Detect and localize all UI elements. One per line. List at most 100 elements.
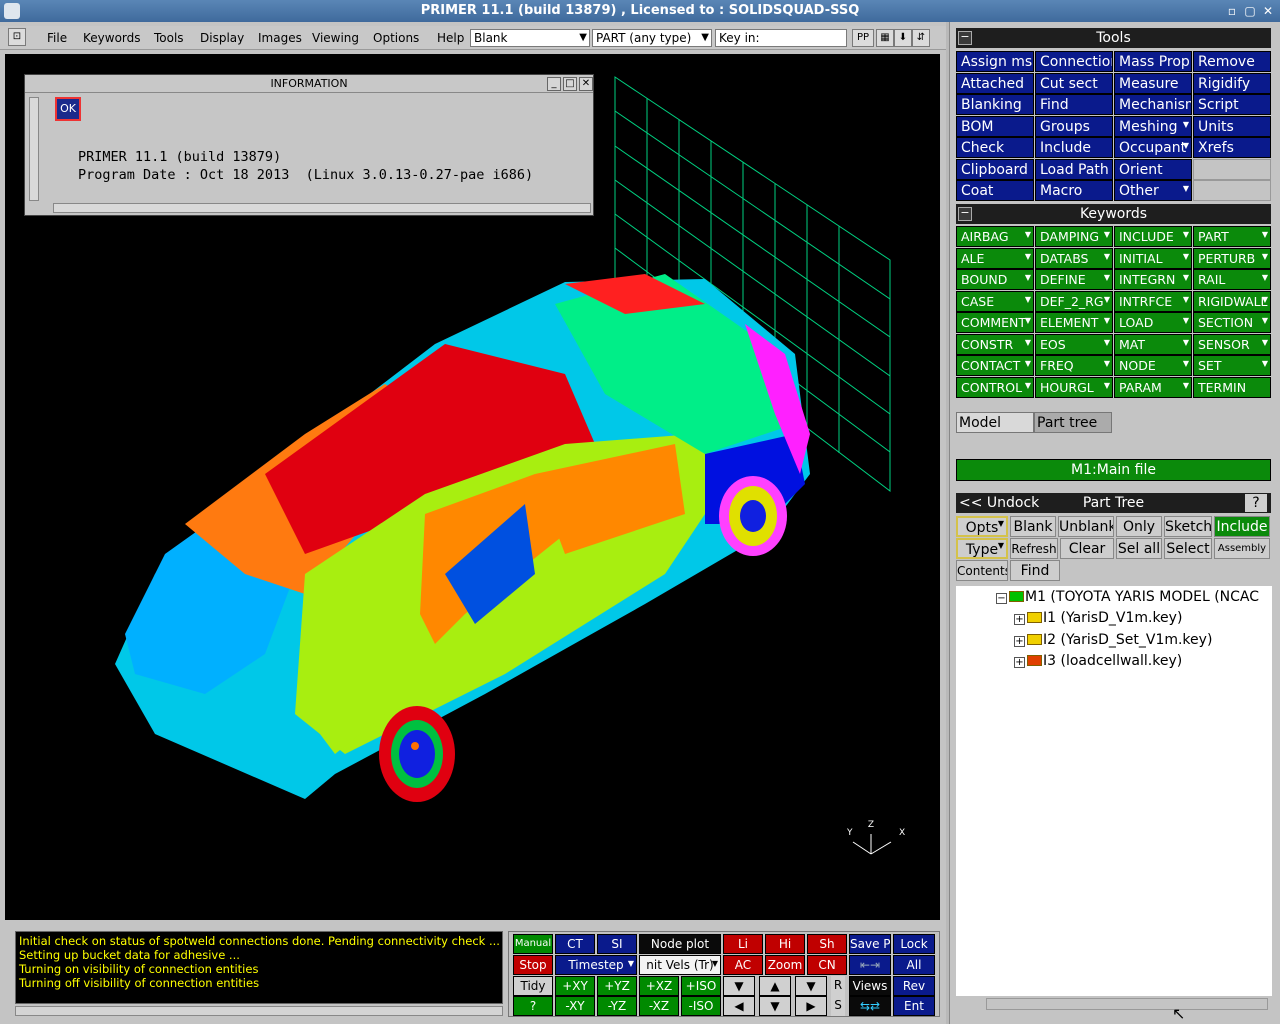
ent-button[interactable]: Ent: [893, 996, 935, 1016]
tool-cut-sect-button[interactable]: Cut sect: [1035, 72, 1113, 94]
keyword-sensor-button[interactable]: SENSOR ▼: [1193, 333, 1271, 355]
tool-measure-button[interactable]: Measure: [1114, 72, 1192, 94]
keyword-control-button[interactable]: CONTROL ▼: [956, 376, 1034, 398]
tool-attached-button[interactable]: Attached: [956, 72, 1034, 94]
keyword-freq-button[interactable]: FREQ ▼: [1035, 355, 1113, 376]
tree-include-node[interactable]: + I2 (YarisD_Set_V1m.key): [1014, 632, 1212, 648]
left-right-arrows-icon[interactable]: ⇤⇥: [849, 955, 891, 975]
tool-xrefs-button[interactable]: Xrefs: [1193, 137, 1271, 158]
key-in-field[interactable]: Key in:: [715, 29, 847, 47]
keyword-perturb-button[interactable]: PERTURB ▼: [1193, 247, 1271, 269]
split-arrows-icon[interactable]: ⇵: [912, 29, 930, 47]
tool-meshing-button[interactable]: Meshing ▼: [1114, 115, 1192, 137]
menu-options[interactable]: Options: [373, 31, 419, 45]
keyword-initial-button[interactable]: INITIAL ▼: [1114, 247, 1192, 269]
pan-arrows-icon[interactable]: ⇆⇄: [849, 996, 891, 1016]
lock-button[interactable]: Lock: [893, 934, 935, 954]
cn-button[interactable]: CN: [807, 955, 847, 975]
tidy-button[interactable]: Tidy: [513, 976, 553, 996]
keyword-ale-button[interactable]: ALE ▼: [956, 247, 1034, 269]
minus-iso-button[interactable]: -ISO: [681, 996, 721, 1016]
menu-display[interactable]: Display: [200, 31, 244, 45]
maximize-icon[interactable]: ▢: [1242, 3, 1258, 19]
tool-macro-button[interactable]: Macro: [1035, 180, 1113, 201]
help-button[interactable]: ?: [1245, 494, 1267, 512]
zoom-button[interactable]: Zoom: [765, 955, 805, 975]
dialog-maximize-icon[interactable]: □: [563, 77, 577, 91]
plus-xy-button[interactable]: +XY: [555, 976, 595, 996]
tool-units-button[interactable]: Units: [1193, 115, 1271, 137]
menu-file[interactable]: File: [47, 31, 67, 45]
keyword-intrfce-button[interactable]: INTRFCE ▼: [1114, 290, 1192, 312]
tool-coat-button[interactable]: Coat: [956, 180, 1034, 201]
keyword-case-button[interactable]: CASE ▼: [956, 290, 1034, 312]
li-button[interactable]: Li: [723, 934, 763, 954]
tool-assign-ms-button[interactable]: Assign ms: [956, 51, 1034, 72]
tree-root-node[interactable]: − M1 (TOYOTA YARIS MODEL (NCAC: [996, 589, 1259, 605]
tool-occupant-button[interactable]: Occupant ▼: [1114, 137, 1192, 158]
help-button[interactable]: ?: [513, 996, 553, 1016]
dialog-minimize-icon[interactable]: _: [547, 77, 561, 91]
tab-part-tree[interactable]: Part tree: [1034, 412, 1112, 433]
main-file-button[interactable]: M1:Main file: [956, 459, 1271, 481]
rotate-down-icon[interactable]: ▼: [759, 996, 791, 1016]
dialog-close-icon[interactable]: ✕: [579, 77, 593, 91]
keyword-include-button[interactable]: INCLUDE ▼: [1114, 226, 1192, 247]
collapse-icon[interactable]: −: [958, 31, 972, 45]
tool-load-path-button[interactable]: Load Path: [1035, 158, 1113, 180]
tool-other-button[interactable]: Other ▼: [1114, 180, 1192, 201]
node-plot-button[interactable]: Node plot: [639, 934, 721, 954]
keyword-define-button[interactable]: DEFINE ▼: [1035, 269, 1113, 290]
select-button[interactable]: Select: [1164, 538, 1212, 559]
keyword-termin-button[interactable]: TERMIN: [1193, 376, 1271, 398]
collapse-icon[interactable]: −: [996, 593, 1007, 604]
clear-button[interactable]: Clear: [1060, 538, 1114, 559]
menu-help[interactable]: Help: [437, 31, 464, 45]
download-arrow-icon[interactable]: ⬇: [894, 29, 912, 47]
keyword-bound-button[interactable]: BOUND ▼: [956, 269, 1034, 290]
menu-images[interactable]: Images: [258, 31, 302, 45]
tool-find-button[interactable]: Find: [1035, 94, 1113, 115]
tool-connection-button[interactable]: Connection: [1035, 51, 1113, 72]
sketch-button[interactable]: Sketch: [1164, 516, 1212, 537]
unblank-button[interactable]: Unblank: [1058, 516, 1114, 537]
stop-button[interactable]: Stop: [513, 955, 553, 975]
dialog-vertical-scrollbar[interactable]: [29, 97, 39, 201]
keyword-set-button[interactable]: SET ▼: [1193, 355, 1271, 376]
assembly-button[interactable]: Assembly: [1214, 538, 1270, 559]
pp-button[interactable]: PP: [852, 29, 874, 47]
tool-mechanism-button[interactable]: Mechanism: [1114, 94, 1192, 115]
ct-button[interactable]: CT: [555, 934, 595, 954]
select-all-button[interactable]: Sel all: [1116, 538, 1162, 559]
grid-select-icon[interactable]: ▦: [876, 29, 894, 47]
tool-bom-button[interactable]: BOM: [956, 115, 1034, 137]
plus-xz-button[interactable]: +XZ: [639, 976, 679, 996]
tool-check-button[interactable]: Check: [956, 137, 1034, 158]
tool-mass-prop-button[interactable]: Mass Prop: [1114, 51, 1192, 72]
tool-remove-button[interactable]: Remove: [1193, 51, 1271, 72]
include-button[interactable]: Include: [1214, 516, 1270, 537]
keyword-part-button[interactable]: PART ▼: [1193, 226, 1271, 247]
entity-type-combo[interactable]: PART (any type) ▼: [592, 29, 712, 47]
plus-iso-button[interactable]: +ISO: [681, 976, 721, 996]
minus-xz-button[interactable]: -XZ: [639, 996, 679, 1016]
rev-button[interactable]: Rev: [893, 976, 935, 996]
window-menu-icon[interactable]: ⊡: [8, 28, 26, 46]
expand-icon[interactable]: +: [1014, 657, 1025, 668]
opts-button[interactable]: Opts ▼: [956, 516, 1008, 537]
keyword-damping-button[interactable]: DAMPING ▼: [1035, 226, 1113, 247]
rotate-up-icon[interactable]: ▲: [759, 976, 791, 996]
keyword-param-button[interactable]: PARAM ▼: [1114, 376, 1192, 398]
keyword-contact-button[interactable]: CONTACT ▼: [956, 355, 1034, 376]
only-button[interactable]: Only: [1116, 516, 1162, 537]
tree-include-node[interactable]: + I1 (YarisD_V1m.key): [1014, 610, 1182, 626]
rotate-down-left-icon[interactable]: ▼: [723, 976, 755, 996]
refresh-button[interactable]: Refresh: [1010, 538, 1058, 559]
close-icon[interactable]: ✕: [1260, 3, 1276, 19]
keyword-airbag-button[interactable]: AIRBAG ▼: [956, 226, 1034, 247]
type-button[interactable]: Type ▼: [956, 538, 1008, 559]
save-p-button[interactable]: Save P: [849, 934, 891, 954]
keyword-comment-button[interactable]: COMMENT ▼: [956, 312, 1034, 333]
keyword-constr-button[interactable]: CONSTR ▼: [956, 333, 1034, 355]
tool-rigidify-button[interactable]: Rigidify: [1193, 72, 1271, 94]
